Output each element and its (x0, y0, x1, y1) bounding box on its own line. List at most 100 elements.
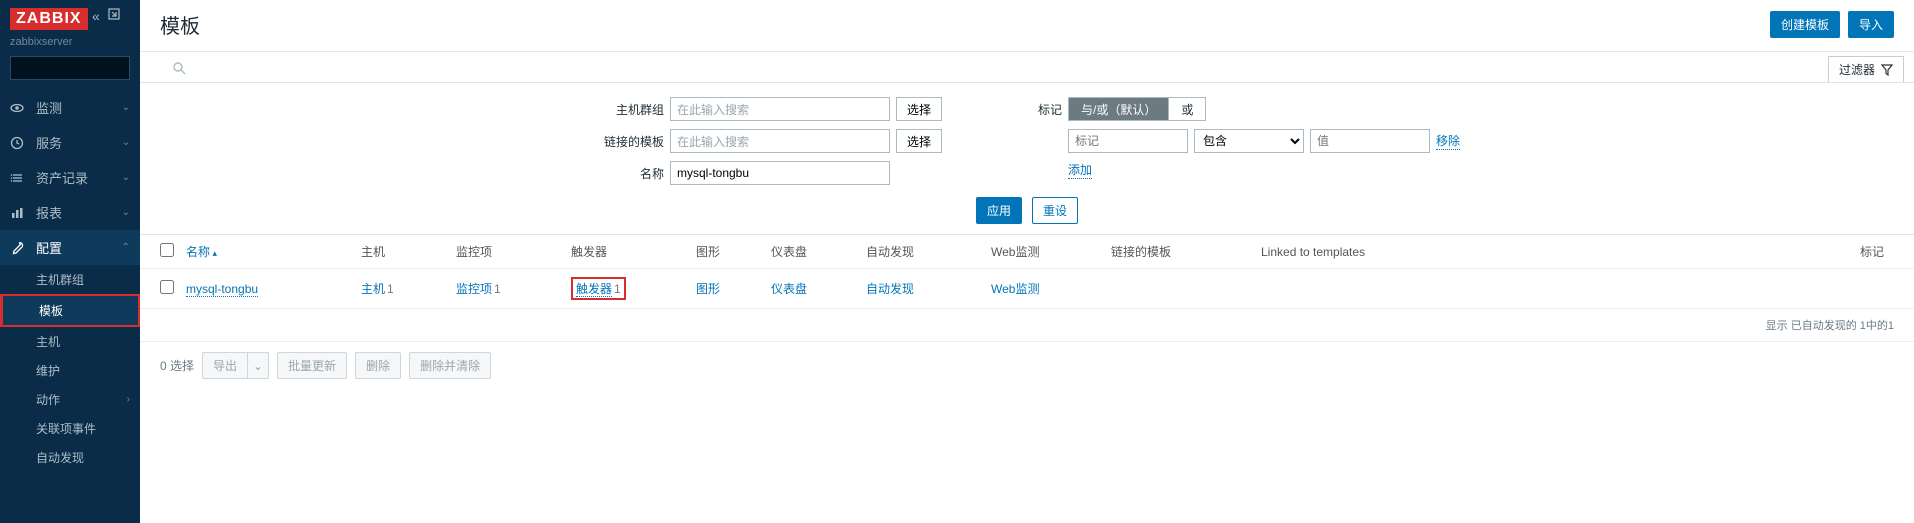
subnav-hostgroups[interactable]: 主机群组 (0, 265, 140, 294)
seg-or[interactable]: 或 (1169, 98, 1205, 120)
col-triggers: 触发器 (571, 243, 696, 260)
create-template-button[interactable]: 创建模板 (1770, 11, 1840, 38)
tag-value-input[interactable] (1310, 129, 1430, 153)
row-checkbox[interactable] (160, 280, 174, 294)
list-icon (10, 171, 28, 185)
col-tags: 标记 (1501, 243, 1894, 260)
chevron-down-icon: ⌄ (122, 137, 130, 148)
footer-count: 显示 已自动发现的 1中的1 (1766, 317, 1894, 333)
deleteclear-button[interactable]: 删除并清除 (409, 352, 491, 379)
hostgroups-multiselect[interactable]: 在此输入搜索 (670, 97, 890, 121)
seg-andor[interactable]: 与/或（默认） (1069, 98, 1169, 120)
hostgroups-select-button[interactable]: 选择 (896, 97, 942, 121)
reset-button[interactable]: 重设 (1032, 197, 1078, 224)
nav-inventory-label: 资产记录 (36, 168, 88, 187)
name-input[interactable] (670, 161, 890, 185)
subnav-actions[interactable]: 动作 › (0, 385, 140, 414)
col-linked-to: Linked to templates (1261, 245, 1501, 259)
table-header: 名称 主机 监控项 触发器 图形 仪表盘 自动发现 Web监测 链接的模板 Li… (140, 235, 1914, 269)
bars-icon (10, 206, 28, 220)
funnel-icon (1881, 64, 1893, 76)
nav-service[interactable]: 服务 ⌄ (0, 125, 140, 160)
chevron-right-icon: › (127, 394, 130, 405)
filter-toggle[interactable]: 过滤器 (1828, 56, 1904, 82)
row-items-link[interactable]: 监控项 (456, 282, 492, 296)
row-triggers-count: 1 (614, 282, 621, 296)
chevron-down-icon: ⌄ (122, 207, 130, 218)
selected-count: 0 选择 (160, 357, 194, 374)
tag-operator-select[interactable]: 包含 (1194, 129, 1304, 153)
export-dropdown-button[interactable]: ⌄ (247, 352, 269, 379)
row-host-link[interactable]: 主机 (361, 282, 385, 296)
subnav-templates[interactable]: 模板 (0, 294, 140, 327)
linked-templates-multiselect[interactable]: 在此输入搜索 (670, 129, 890, 153)
chevron-up-icon: ⌃ (122, 242, 130, 253)
subnav-hosts[interactable]: 主机 (0, 327, 140, 356)
table-row: mysql-tongbu 主机1 监控项1 触发器1 图形 仪表盘 自动发现 W… (140, 269, 1914, 309)
eye-icon (10, 101, 28, 115)
filter-panel: 主机群组 在此输入搜索 选择 链接的模板 在此输入搜索 选择 名称 (140, 83, 1914, 235)
nav-service-label: 服务 (36, 133, 62, 152)
server-name: zabbixserver (0, 34, 140, 56)
nav-monitor[interactable]: 监测 ⌄ (0, 90, 140, 125)
page-title: 模板 (160, 10, 200, 39)
sidebar-header: ZABBIX « (0, 0, 140, 34)
sidebar-search[interactable] (10, 56, 130, 80)
tag-remove-link[interactable]: 移除 (1436, 132, 1460, 150)
massupdate-button[interactable]: 批量更新 (277, 352, 347, 379)
subnav-discovery[interactable]: 自动发现 (0, 443, 140, 472)
row-name-link[interactable]: mysql-tongbu (186, 282, 258, 297)
col-name[interactable]: 名称 (186, 245, 217, 259)
wrench-icon (10, 241, 28, 255)
row-discovery-link[interactable]: 自动发现 (866, 282, 914, 296)
tag-mode-segment[interactable]: 与/或（默认） 或 (1068, 97, 1206, 121)
delete-button[interactable]: 删除 (355, 352, 401, 379)
import-button[interactable]: 导入 (1848, 11, 1894, 38)
table-footer: 显示 已自动发现的 1中的1 (140, 309, 1914, 342)
filter-tab-row: 过滤器 (140, 52, 1914, 83)
nav-monitor-label: 监测 (36, 98, 62, 117)
label-hostgroups: 主机群组 (594, 101, 664, 118)
nav-config[interactable]: 配置 ⌃ (0, 230, 140, 265)
col-items: 监控项 (456, 243, 571, 260)
nav-reports[interactable]: 报表 ⌄ (0, 195, 140, 230)
select-all-checkbox[interactable] (160, 243, 174, 257)
bulk-action-bar: 0 选择 导出 ⌄ 批量更新 删除 删除并清除 (140, 342, 1914, 389)
sidebar: ZABBIX « zabbixserver 监测 ⌄ 服务 (0, 0, 140, 523)
row-triggers-highlight: 触发器1 (571, 277, 626, 300)
tag-add-link[interactable]: 添加 (1068, 161, 1092, 179)
clock-icon (10, 136, 28, 150)
chevron-down-icon: ⌄ (122, 172, 130, 183)
col-host: 主机 (361, 243, 456, 260)
main-content: 模板 创建模板 导入 过滤器 主机群组 在此输入搜索 选择 (140, 0, 1914, 523)
chevron-down-icon: ⌄ (122, 102, 130, 113)
collapse-icon[interactable]: « (92, 8, 100, 24)
tag-name-input[interactable] (1068, 129, 1188, 153)
row-web-link[interactable]: Web监测 (991, 282, 1039, 296)
linked-templates-select-button[interactable]: 选择 (896, 129, 942, 153)
subnav-maintenance[interactable]: 维护 (0, 356, 140, 385)
nav-config-label: 配置 (36, 238, 62, 257)
row-items-count: 1 (494, 282, 501, 296)
col-dashboards: 仪表盘 (771, 243, 866, 260)
col-web: Web监测 (991, 243, 1111, 260)
templates-table: 名称 主机 监控项 触发器 图形 仪表盘 自动发现 Web监测 链接的模板 Li… (140, 235, 1914, 342)
row-dashboards-link[interactable]: 仪表盘 (771, 282, 807, 296)
apply-button[interactable]: 应用 (976, 197, 1022, 224)
row-graphs-link[interactable]: 图形 (696, 282, 720, 296)
popout-icon[interactable] (108, 8, 120, 24)
row-host-count: 1 (387, 282, 394, 296)
export-button[interactable]: 导出 (202, 352, 247, 379)
label-tags: 标记 (1022, 101, 1062, 118)
col-linked-tpl: 链接的模板 (1111, 243, 1261, 260)
brand-logo[interactable]: ZABBIX (10, 8, 88, 30)
col-graphs: 图形 (696, 243, 771, 260)
titlebar: 模板 创建模板 导入 (140, 0, 1914, 52)
nav-reports-label: 报表 (36, 203, 62, 222)
row-triggers-link[interactable]: 触发器 (576, 282, 612, 297)
filter-toggle-label: 过滤器 (1839, 61, 1875, 78)
subnav-correlation[interactable]: 关联项事件 (0, 414, 140, 443)
label-name: 名称 (594, 165, 664, 182)
col-discovery: 自动发现 (866, 243, 991, 260)
nav-inventory[interactable]: 资产记录 ⌄ (0, 160, 140, 195)
